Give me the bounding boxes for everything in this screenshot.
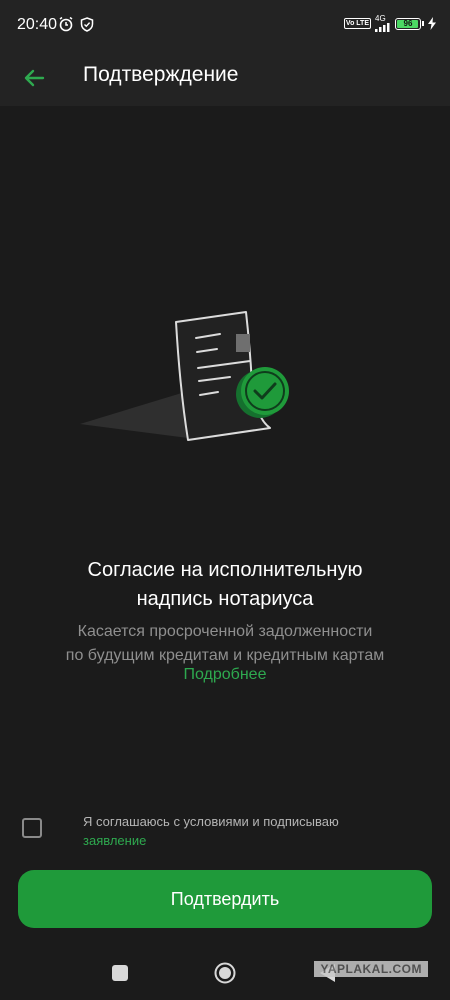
watermark: YAPLAKAL.COM	[314, 961, 428, 977]
arrow-left-icon	[24, 69, 45, 87]
alarm-icon	[59, 16, 73, 32]
recents-button[interactable]	[112, 965, 128, 981]
back-button[interactable]	[16, 60, 52, 96]
network-type: 4G	[375, 14, 386, 23]
charging-icon	[428, 17, 436, 30]
more-details-link[interactable]: Подробнее	[20, 666, 430, 684]
volte-badge: Vo LTE	[343, 18, 371, 29]
agreement-description-line2: по будущим кредитам и кредитным картам	[65, 647, 385, 664]
consent-row: Я соглашаюсь с условиями и подписываю за…	[22, 812, 432, 852]
app-header: Подтверждение	[0, 50, 450, 106]
agreement-description-line1: Касается просроченной задолженности	[77, 623, 373, 640]
document-check-illustration	[80, 311, 289, 441]
home-button[interactable]	[214, 962, 236, 984]
status-bar: 20:40 Vo LTE 4G 96	[0, 0, 450, 50]
consent-text: Я соглашаюсь с условиями и подписываю за…	[83, 812, 339, 850]
agreement-title: Согласие на исполнительную надпись нотар…	[20, 556, 430, 614]
agreement-title-line1: Согласие на исполнительную	[87, 559, 363, 581]
battery-indicator: 96	[395, 17, 421, 30]
status-time: 20:40	[17, 16, 58, 33]
battery-percent: 96	[403, 19, 413, 28]
statement-link[interactable]: заявление	[83, 831, 339, 850]
page-title: Подтверждение	[83, 63, 239, 86]
agreement-description: Касается просроченной задолженности по б…	[20, 620, 430, 668]
consent-checkbox[interactable]	[22, 818, 42, 838]
signal-icon	[375, 23, 390, 32]
confirm-button[interactable]: Подтвердить	[18, 870, 432, 928]
consent-label: Я соглашаюсь с условиями и подписываю	[83, 814, 339, 829]
shield-icon	[80, 16, 94, 32]
agreement-title-line2: надпись нотариуса	[136, 588, 314, 610]
